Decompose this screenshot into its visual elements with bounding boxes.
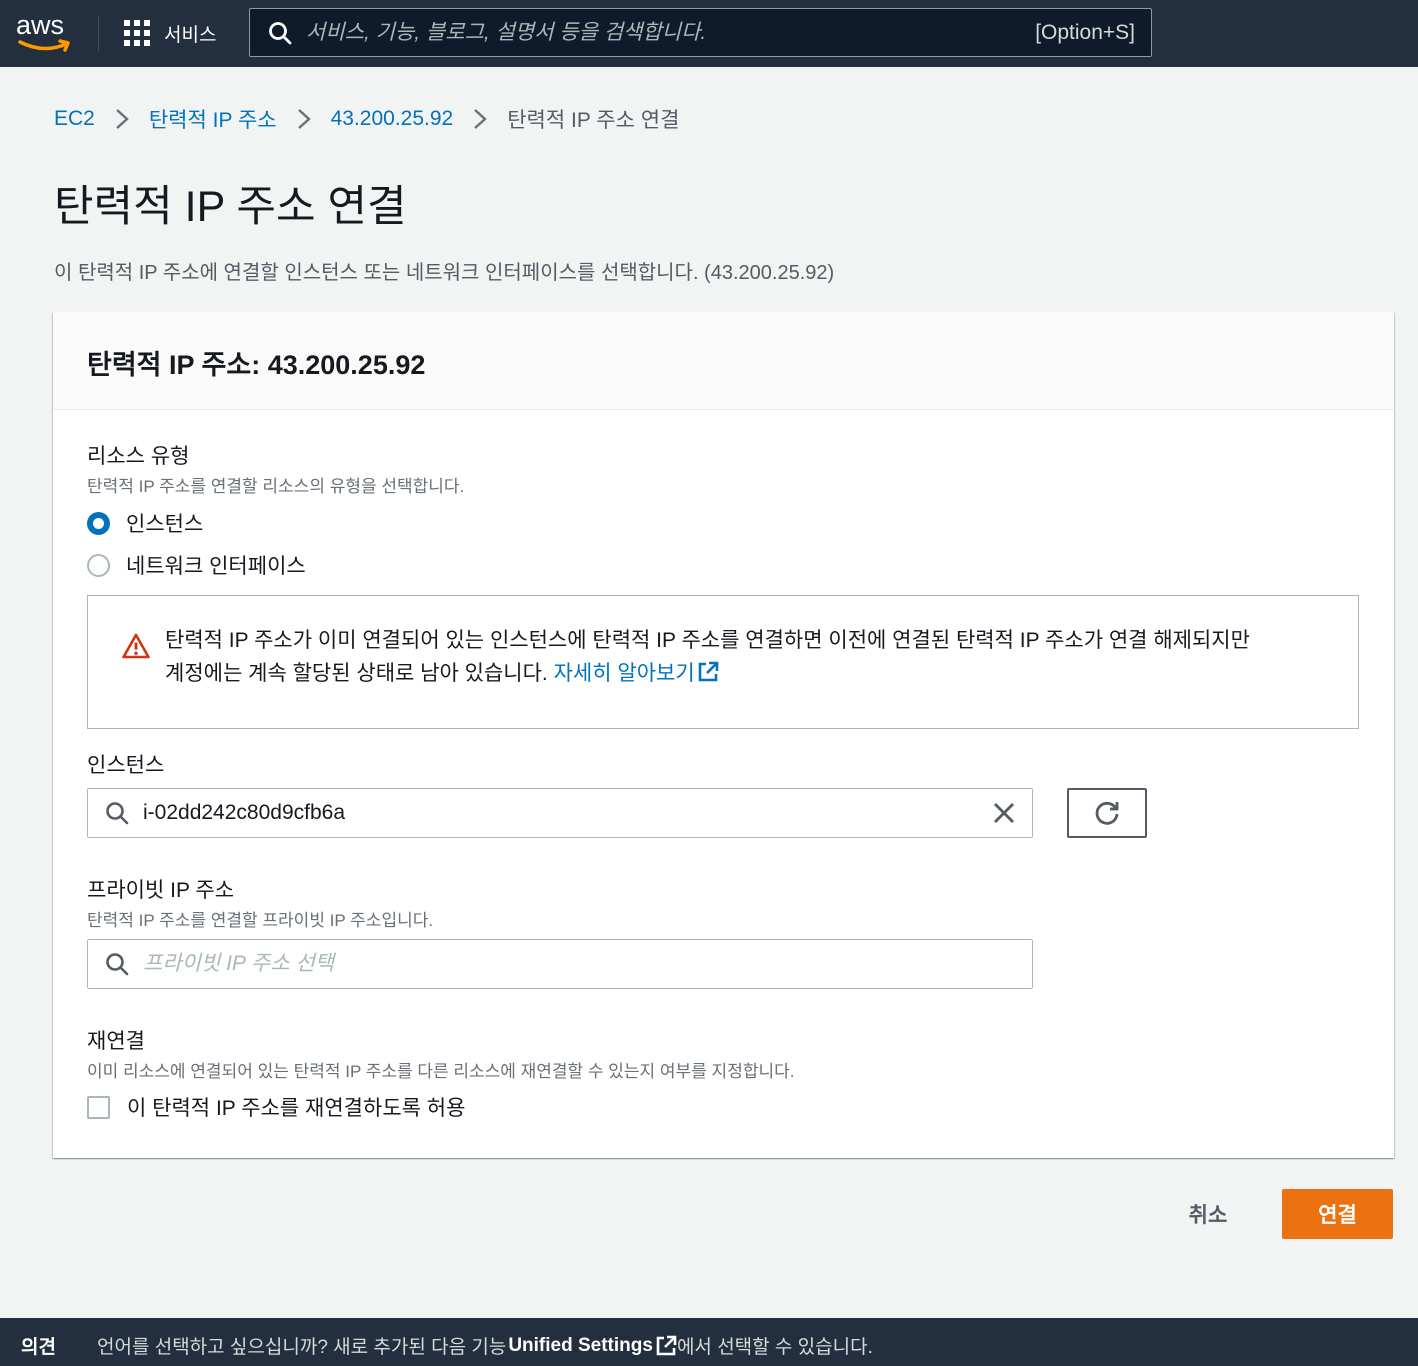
warning-icon <box>122 633 150 659</box>
language-message: 언어를 선택하고 싶으십니까? 새로 추가된 다음 기능 Unified Set… <box>97 1332 873 1359</box>
reassociation-label: 재연결 <box>87 1030 145 1053</box>
chevron-right-icon <box>473 108 488 130</box>
breadcrumb-elastic-ips[interactable]: 탄력적 IP 주소 <box>149 104 277 134</box>
allow-reassociation-checkbox[interactable] <box>87 1095 110 1119</box>
allow-reassociation-label: 이 탄력적 IP 주소를 재연결하도록 허용 <box>127 1097 466 1120</box>
chevron-right-icon <box>297 108 311 130</box>
chevron-right-icon <box>115 108 129 130</box>
allow-reassociation-option[interactable]: 이 탄력적 IP 주소를 재연결하도록 허용 <box>87 1092 465 1122</box>
search-icon <box>269 21 292 44</box>
resource-type-label: 리소스 유형 <box>87 445 190 468</box>
search-icon <box>106 953 129 976</box>
alert-message: 탄력적 IP 주소가 이미 연결되어 있는 인스턴스에 탄력적 IP 주소를 연… <box>165 624 1335 690</box>
unified-settings-link[interactable]: Unified Settings <box>508 1335 653 1357</box>
breadcrumb-ip-address[interactable]: 43.200.25.92 <box>331 107 454 131</box>
instance-label: 인스턴스 <box>87 754 165 777</box>
radio-network-interface[interactable]: 네트워크 인터페이스 <box>87 550 306 580</box>
associate-button[interactable]: 연결 <box>1282 1189 1393 1239</box>
radio-instance-label: 인스턴스 <box>126 513 204 536</box>
private-ip-select[interactable] <box>87 939 1033 989</box>
top-navigation: aws 서비스 [Option+S] <box>0 0 1418 67</box>
instance-search-field[interactable] <box>87 788 1033 838</box>
search-icon <box>106 802 129 825</box>
external-link-icon <box>656 1335 677 1355</box>
global-search-input[interactable] <box>306 20 1036 45</box>
language-message-suffix: 에서 선택할 수 있습니다. <box>676 1337 873 1358</box>
container-title: 탄력적 IP 주소: 43.200.25.92 <box>87 350 426 380</box>
language-message-prefix: 언어를 선택하고 싶으십니까? 새로 추가된 다음 기능 <box>97 1337 507 1358</box>
aws-logo[interactable]: aws <box>16 10 74 52</box>
aws-smile-icon <box>18 39 70 52</box>
breadcrumb: EC2 탄력적 IP 주소 43.200.25.92 탄력적 IP 주소 연결 <box>54 104 679 134</box>
refresh-button[interactable] <box>1067 788 1147 838</box>
close-icon[interactable] <box>992 801 1016 825</box>
radio-network-interface-label: 네트워크 인터페이스 <box>126 555 306 578</box>
aws-logo-text: aws <box>16 10 65 40</box>
instance-input[interactable] <box>143 801 992 825</box>
private-ip-description: 탄력적 IP 주소를 연결할 프라이빗 IP 주소입니다. <box>87 911 434 930</box>
private-ip-input[interactable] <box>143 952 1032 976</box>
services-label: 서비스 <box>164 24 217 46</box>
breadcrumb-current: 탄력적 IP 주소 연결 <box>507 109 680 132</box>
nav-divider <box>98 15 99 51</box>
page-description: 이 탄력적 IP 주소에 연결할 인스턴스 또는 네트워크 인터페이스를 선택합… <box>54 262 835 284</box>
alert-line-1: 탄력적 IP 주소가 이미 연결되어 있는 인스턴스에 탄력적 IP 주소를 연… <box>165 629 1250 652</box>
container-header: 탄력적 IP 주소: 43.200.25.92 <box>53 312 1394 410</box>
console-footer: 의견 언어를 선택하고 싶으십니까? 새로 추가된 다음 기능 Unified … <box>0 1318 1418 1366</box>
reassociation-description: 이미 리소스에 연결되어 있는 탄력적 IP 주소를 다른 리소스에 재연결할 … <box>87 1062 795 1081</box>
alert-line-2: 계정에는 계속 할당된 상태로 남아 있습니다. <box>165 662 554 685</box>
learn-more-link[interactable]: 자세히 알아보기 <box>553 661 719 685</box>
radio-instance[interactable]: 인스턴스 <box>87 508 203 538</box>
form-container: 탄력적 IP 주소: 43.200.25.92 리소스 유형 탄력적 IP 주소… <box>53 312 1394 1158</box>
refresh-icon <box>1095 801 1119 825</box>
radio-button-selected[interactable] <box>87 511 110 535</box>
page-title: 탄력적 IP 주소 연결 <box>54 183 407 231</box>
external-link-icon <box>698 661 718 682</box>
learn-more-text: 자세히 알아보기 <box>553 662 695 685</box>
search-shortcut-hint: [Option+S] <box>1035 20 1135 44</box>
breadcrumb-ec2[interactable]: EC2 <box>54 107 95 131</box>
radio-button[interactable] <box>87 553 110 577</box>
cancel-button[interactable]: 취소 <box>1166 1190 1250 1238</box>
warning-alert: 탄력적 IP 주소가 이미 연결되어 있는 인스턴스에 탄력적 IP 주소를 연… <box>87 595 1359 729</box>
services-menu-button[interactable]: 서비스 <box>124 16 216 50</box>
feedback-link[interactable]: 의견 <box>21 1332 56 1359</box>
grid-menu-icon <box>124 20 150 46</box>
private-ip-label: 프라이빗 IP 주소 <box>87 879 235 902</box>
resource-type-description: 탄력적 IP 주소를 연결할 리소스의 유형을 선택합니다. <box>87 477 465 496</box>
global-search[interactable]: [Option+S] <box>249 8 1152 57</box>
